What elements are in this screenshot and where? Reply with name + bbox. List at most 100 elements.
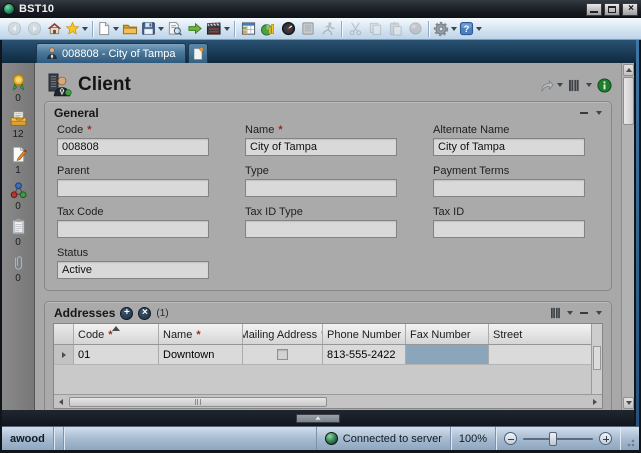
scroll-right-button[interactable] xyxy=(588,396,602,408)
cell-mailing-address[interactable] xyxy=(243,345,323,364)
status-input[interactable]: Active xyxy=(57,261,209,279)
grid-vscroll-thumb[interactable] xyxy=(593,346,601,370)
sidebar-item-notes[interactable]: 0 xyxy=(2,217,34,248)
content-vertical-scrollbar[interactable] xyxy=(621,63,634,410)
sidebar-item-relationships[interactable]: 0 xyxy=(2,181,34,212)
home-icon xyxy=(47,21,62,36)
column-header-phone-number[interactable]: Phone Number xyxy=(323,324,406,344)
clapperboard-icon xyxy=(206,21,222,36)
alternate-name-input[interactable]: City of Tampa xyxy=(433,138,585,156)
scroll-up-button[interactable] xyxy=(623,64,634,76)
zoom-slider-thumb[interactable] xyxy=(549,432,557,446)
collapse-general-button[interactable] xyxy=(580,112,588,114)
zoom-slider-track[interactable] xyxy=(523,438,593,440)
field-label: Parent xyxy=(57,165,89,177)
type-input[interactable] xyxy=(245,179,397,197)
tax-id-type-input[interactable] xyxy=(245,220,397,238)
dashboard-button[interactable] xyxy=(278,19,298,39)
open-button[interactable] xyxy=(120,19,140,39)
back-button[interactable] xyxy=(4,19,24,39)
required-marker: * xyxy=(196,329,200,341)
columns-icon xyxy=(550,307,564,319)
parent-input[interactable] xyxy=(57,179,209,197)
cell-street[interactable] xyxy=(489,345,591,364)
zoom-in-button[interactable] xyxy=(599,432,612,445)
tax-id-input[interactable] xyxy=(433,220,585,238)
cut-button[interactable] xyxy=(345,19,365,39)
column-header-street[interactable]: Street xyxy=(489,324,591,344)
archive-button[interactable] xyxy=(298,19,318,39)
column-header-name[interactable]: Name* xyxy=(159,324,243,344)
navigate-caret-icon xyxy=(557,83,563,87)
name-input[interactable]: City of Tampa xyxy=(245,138,397,156)
general-menu-caret-icon[interactable] xyxy=(596,111,602,115)
field-tax-code: Tax Code xyxy=(57,206,223,238)
toolbar-separator xyxy=(341,21,342,37)
cell-code[interactable]: 01 xyxy=(74,345,159,364)
add-address-button[interactable]: + xyxy=(120,307,133,320)
navigate-actions-button[interactable] xyxy=(539,79,563,92)
table-view-button[interactable] xyxy=(238,19,258,39)
scroll-left-button[interactable] xyxy=(54,396,68,408)
forward-button[interactable] xyxy=(24,19,44,39)
splitter-expand-handle[interactable] xyxy=(296,414,340,423)
titlebar: BST10 × xyxy=(0,0,641,18)
undo-button[interactable] xyxy=(405,19,425,39)
run-process-button[interactable] xyxy=(318,19,338,39)
resize-grip[interactable] xyxy=(624,436,636,448)
delete-address-button[interactable]: × xyxy=(138,307,151,320)
cell-phone-number[interactable]: 813-555-2422 xyxy=(323,345,406,364)
new-document-icon xyxy=(97,21,111,36)
addresses-menu-caret-icon[interactable] xyxy=(596,311,602,315)
column-header-mailing-address[interactable]: Mailing Address* xyxy=(243,324,323,344)
payment-terms-input[interactable] xyxy=(433,179,585,197)
hscroll-thumb[interactable] xyxy=(69,397,327,407)
vscroll-thumb[interactable] xyxy=(623,77,634,125)
sidebar-item-attachments[interactable]: 0 xyxy=(2,253,34,284)
grid-columns-button[interactable] xyxy=(550,307,573,319)
layout-columns-button[interactable] xyxy=(568,79,592,92)
home-button[interactable] xyxy=(44,19,64,39)
statusbar-spacer xyxy=(64,427,316,450)
code-input[interactable]: 008808 xyxy=(57,138,209,156)
row-selector[interactable] xyxy=(54,345,74,364)
zoom-out-button[interactable] xyxy=(504,432,517,445)
cell-fax-number-selected[interactable] xyxy=(406,345,489,364)
maximize-icon xyxy=(608,6,616,13)
connection-status: Connected to server xyxy=(316,427,451,450)
cell-name[interactable]: Downtown xyxy=(159,345,243,364)
field-type: Type xyxy=(245,165,411,197)
sidebar-item-awards[interactable]: 0 xyxy=(2,73,34,104)
print-preview-button[interactable] xyxy=(165,19,185,39)
tax-code-input[interactable] xyxy=(57,220,209,238)
page-title: Client xyxy=(78,74,131,96)
grid-horizontal-scrollbar[interactable] xyxy=(54,394,602,408)
collapse-addresses-button[interactable] xyxy=(580,312,588,314)
paste-button[interactable] xyxy=(385,19,405,39)
mailing-address-checkbox[interactable] xyxy=(277,349,288,360)
column-header-fax-number[interactable]: Fax Number xyxy=(406,324,489,344)
help-button[interactable]: ? xyxy=(458,19,483,39)
sidebar-item-drafts[interactable]: 1 xyxy=(2,145,34,176)
new-document-button[interactable] xyxy=(96,19,120,39)
new-tab-button[interactable] xyxy=(188,43,208,63)
maximize-button[interactable] xyxy=(604,3,620,16)
tab-client-record[interactable]: 008808 - City of Tampa xyxy=(36,43,186,63)
batch-process-button[interactable] xyxy=(205,19,231,39)
sidebar-item-inbox[interactable]: 12 xyxy=(2,109,34,140)
column-header-code[interactable]: Code* xyxy=(74,324,159,344)
go-button[interactable] xyxy=(185,19,205,39)
close-button[interactable]: × xyxy=(622,3,638,16)
paperclip-icon xyxy=(9,253,28,272)
chart-button[interactable] xyxy=(258,19,278,39)
info-button[interactable] xyxy=(597,78,612,93)
scroll-down-button[interactable] xyxy=(623,397,634,409)
field-label: Payment Terms xyxy=(433,165,509,177)
favorites-button[interactable] xyxy=(64,19,89,39)
settings-button[interactable] xyxy=(432,19,458,39)
copy-button[interactable] xyxy=(365,19,385,39)
grid-vertical-scrollbar[interactable] xyxy=(591,324,602,394)
grid-header-row: Code* Name* Mailing Address* Phone Numbe… xyxy=(54,324,591,345)
minimize-button[interactable] xyxy=(586,3,602,16)
save-button[interactable] xyxy=(140,19,165,39)
